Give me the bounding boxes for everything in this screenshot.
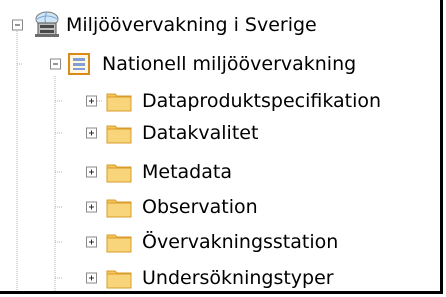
tree-node-label: Övervakningsstation [142, 231, 339, 253]
folder-icon [106, 122, 132, 144]
package-icon [68, 53, 90, 75]
expand-toggle[interactable] [86, 201, 97, 213]
tree-node-root[interactable]: Miljöövervakning i Sverige [0, 10, 440, 40]
folder-icon [106, 231, 132, 253]
expand-toggle[interactable] [86, 127, 97, 139]
tree-node-label: Observation [142, 196, 258, 218]
expand-toggle[interactable] [86, 95, 97, 107]
tree-node-label: Metadata [142, 161, 232, 183]
tree-node-folder[interactable]: Datakvalitet [0, 118, 440, 148]
folder-icon [106, 161, 132, 183]
collapse-toggle[interactable] [50, 58, 61, 70]
tree-node-folder[interactable]: Undersökningstyper [0, 263, 440, 293]
expand-toggle[interactable] [86, 236, 97, 248]
folder-icon [106, 267, 132, 289]
expand-toggle[interactable] [86, 272, 97, 284]
database-server-icon [32, 11, 62, 39]
expand-toggle[interactable] [86, 166, 97, 178]
tree-node-label: Nationell miljöövervakning [102, 53, 357, 75]
tree-node-label: Miljöövervakning i Sverige [66, 14, 317, 36]
tree-node-label: Datakvalitet [142, 122, 259, 144]
tree-node-nationell[interactable]: Nationell miljöövervakning [0, 49, 440, 79]
collapse-toggle[interactable] [12, 19, 23, 31]
tree-panel: Miljöövervakning i Sverige Nationell mil… [0, 0, 443, 294]
folder-icon [106, 90, 132, 112]
tree-node-label: Dataproduktspecifikation [142, 90, 382, 112]
tree-node-label: Undersökningstyper [142, 267, 334, 289]
tree-node-folder[interactable]: Dataproduktspecifikation [0, 86, 440, 116]
tree-node-folder[interactable]: Observation [0, 192, 440, 222]
tree-node-folder[interactable]: Övervakningsstation [0, 227, 440, 257]
tree-view: Miljöövervakning i Sverige Nationell mil… [0, 0, 440, 291]
tree-node-folder[interactable]: Metadata [0, 157, 440, 187]
folder-icon [106, 196, 132, 218]
